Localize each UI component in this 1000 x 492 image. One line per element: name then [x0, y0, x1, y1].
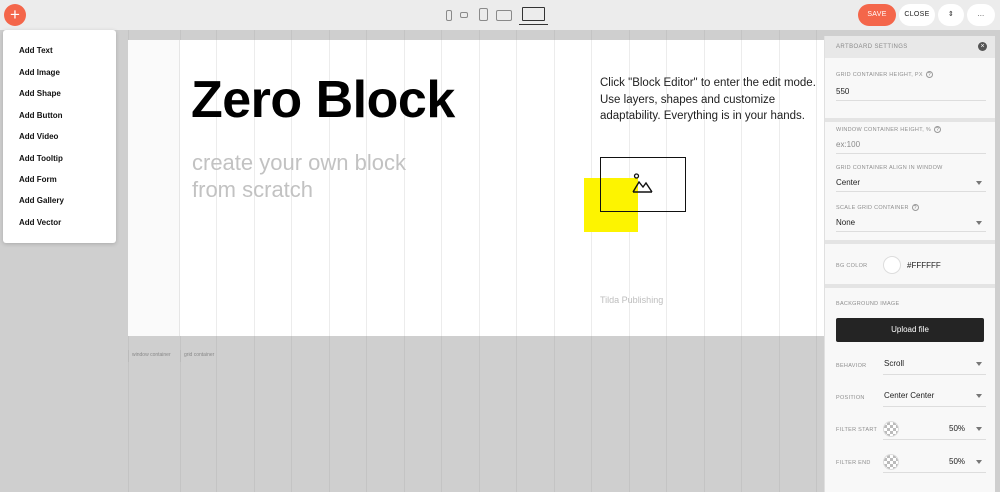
sort-button[interactable]: ⇕ [938, 4, 964, 26]
grid-height-label: GRID CONTAINER HEIGHT, PX [836, 71, 923, 78]
chevron-down-icon[interactable] [976, 427, 982, 431]
chevron-down-icon[interactable] [976, 460, 982, 464]
window-container-label: window container [132, 352, 171, 358]
upload-file-button[interactable]: Upload file [836, 318, 984, 342]
tablet-icon[interactable] [479, 8, 488, 21]
window-height-label: WINDOW CONTAINER HEIGHT, % [836, 126, 932, 133]
block-subtitle[interactable]: create your own block from scratch [192, 149, 452, 203]
phone-icon[interactable] [446, 10, 452, 21]
menu-add-shape[interactable]: Add Shape [19, 89, 61, 98]
save-button[interactable]: SAVE [858, 4, 896, 26]
filter-start-label: FILTER START [836, 427, 878, 433]
grid-container-tick [180, 350, 181, 362]
scale-select[interactable]: None [836, 218, 855, 227]
menu-add-tooltip[interactable]: Add Tooltip [19, 154, 63, 163]
artboard[interactable]: Zero Block create your own block from sc… [128, 40, 824, 336]
close-icon[interactable]: × [978, 42, 987, 51]
panel-header: ARTBOARD SETTINGS × [825, 36, 995, 58]
panel-title: ARTBOARD SETTINGS [836, 44, 908, 50]
grid-height-input[interactable]: 550 [836, 87, 849, 96]
plus-icon: + [10, 5, 20, 24]
bg-color-section: BG COLOR #FFFFFF [825, 244, 995, 284]
behavior-label: BEHAVIOR [836, 363, 867, 369]
scale-label: SCALE GRID CONTAINER [836, 204, 909, 211]
add-element-button[interactable]: + [4, 4, 26, 26]
top-actions: SAVE CLOSE ⇕ ... [858, 4, 996, 26]
position-label: POSITION [836, 395, 865, 401]
bg-image-section: BACKGROUND IMAGE Upload file BEHAVIOR Sc… [825, 288, 995, 492]
menu-add-text[interactable]: Add Text [19, 46, 53, 55]
help-icon[interactable]: ? [911, 204, 919, 211]
block-description[interactable]: Click "Block Editor" to enter the edit m… [600, 75, 820, 125]
phone-landscape-icon[interactable] [460, 12, 468, 18]
bg-color-swatch[interactable] [883, 256, 901, 274]
filter-start-swatch[interactable] [883, 421, 899, 437]
align-label: GRID CONTAINER ALIGN IN WINDOW [836, 165, 943, 171]
chevron-down-icon[interactable] [976, 394, 982, 398]
chevron-down-icon[interactable] [976, 181, 982, 185]
bg-image-label: BACKGROUND IMAGE [836, 301, 900, 307]
more-button[interactable]: ... [967, 4, 995, 26]
window-settings-section: WINDOW CONTAINER HEIGHT, %? ex:100 GRID … [825, 122, 995, 240]
menu-add-button[interactable]: Add Button [19, 111, 63, 120]
add-element-menu: Add Text Add Image Add Shape Add Button … [3, 30, 116, 243]
artboard-settings-panel: ARTBOARD SETTINGS × GRID CONTAINER HEIGH… [824, 36, 995, 492]
grid-height-section: GRID CONTAINER HEIGHT, PX? 550 [825, 58, 995, 118]
bg-color-label: BG COLOR [836, 263, 868, 269]
image-icon [632, 173, 653, 193]
filter-end-opacity[interactable]: 50% [949, 457, 965, 466]
menu-add-vector[interactable]: Add Vector [19, 218, 61, 227]
menu-add-gallery[interactable]: Add Gallery [19, 196, 64, 205]
behavior-select[interactable]: Scroll [884, 359, 904, 368]
help-icon[interactable]: ? [934, 126, 942, 133]
filter-end-swatch[interactable] [883, 454, 899, 470]
filter-end-label: FILTER END [836, 460, 871, 466]
grid-container-label: grid container [184, 352, 215, 358]
window-container-area [128, 40, 180, 336]
menu-add-video[interactable]: Add Video [19, 132, 58, 141]
align-select[interactable]: Center [836, 178, 860, 187]
block-title[interactable]: Zero Block [191, 70, 455, 130]
chevron-down-icon[interactable] [976, 362, 982, 366]
filter-start-opacity[interactable]: 50% [949, 424, 965, 433]
window-height-input[interactable]: ex:100 [836, 140, 860, 149]
tablet-landscape-icon[interactable] [496, 10, 512, 21]
help-icon[interactable]: ? [925, 71, 933, 78]
credit-text[interactable]: Tilda Publishing [600, 295, 663, 305]
menu-add-image[interactable]: Add Image [19, 68, 60, 77]
position-select[interactable]: Center Center [884, 391, 934, 400]
menu-add-form[interactable]: Add Form [19, 175, 57, 184]
top-toolbar: + SAVE CLOSE ⇕ ... [0, 0, 1000, 30]
chevron-down-icon[interactable] [976, 221, 982, 225]
close-button[interactable]: CLOSE [899, 4, 935, 26]
bg-color-input[interactable]: #FFFFFF [907, 261, 941, 270]
window-container-tick [128, 350, 129, 362]
desktop-icon[interactable] [519, 7, 548, 25]
